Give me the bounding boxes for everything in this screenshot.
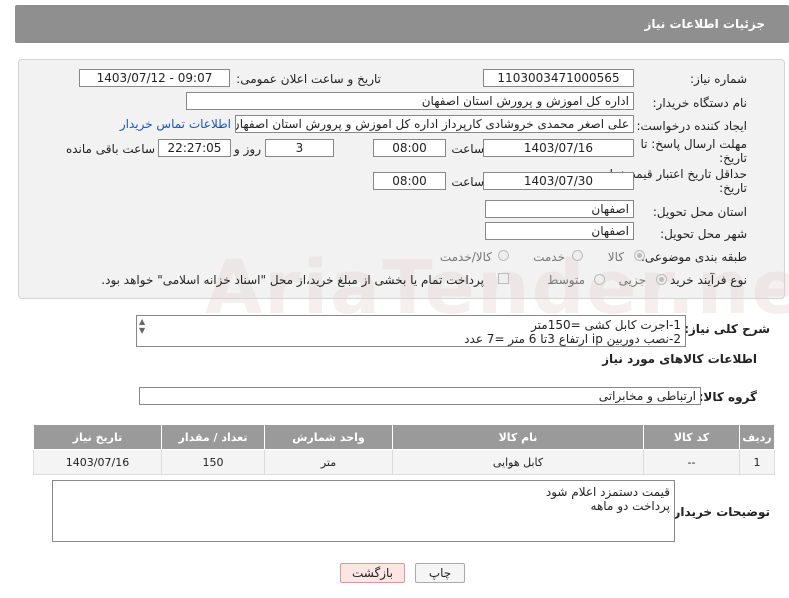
process-radio-medium[interactable] [594, 274, 605, 285]
process-radio-minor[interactable] [656, 274, 667, 285]
col-qty-header: تعداد / مقدار [161, 424, 265, 450]
cell-qty: 150 [161, 449, 265, 475]
city-label: شهر محل تحویل: [660, 227, 747, 241]
col-date-header: تاریخ نیاز [33, 424, 162, 450]
print-button[interactable]: چاپ [415, 563, 465, 583]
remaining-time-field: 22:27:05 [158, 139, 231, 157]
col-name-header: نام کالا [392, 424, 644, 450]
creator-label: ایجاد کننده درخواست: [636, 119, 747, 133]
province-field: اصفهان [485, 200, 634, 218]
category-option-service: خدمت [533, 250, 565, 264]
category-label: طبقه بندی موضوعی: [640, 250, 747, 264]
price-date-field: 1403/07/30 [483, 172, 634, 190]
category-radio-both[interactable] [498, 250, 509, 261]
description-textarea[interactable]: 1-اجرت کابل کشی =150متر 2-نصب دوربین ip … [136, 315, 686, 347]
reply-time-label: ساعت [451, 142, 484, 156]
price-time-label: ساعت [451, 175, 484, 189]
cell-code: -- [643, 449, 740, 475]
remaining-label: ساعت باقی مانده [65, 142, 155, 156]
contact-buyer-link[interactable]: اطلاعات تماس خریدار [120, 117, 231, 131]
buyer-notes-line-1: قیمت دستمزد اعلام شود [545, 485, 670, 499]
city-field: اصفهان [485, 222, 634, 240]
category-radio-service[interactable] [572, 250, 583, 261]
announce-field: 1403/07/12 - 09:07 [79, 69, 230, 87]
treasury-checkbox[interactable] [498, 273, 509, 284]
buyer-notes-line-2: پرداخت دو ماهه [590, 499, 670, 513]
goods-section-title: اطلاعات کالاهای مورد نیاز [602, 352, 757, 366]
process-label: نوع فرآیند خرید : [662, 273, 747, 287]
category-option-goods: کالا [607, 250, 624, 264]
need-number-field: 1103003471000565 [483, 69, 634, 87]
reply-date-field: 1403/07/16 [483, 139, 634, 157]
description-line-2: 2-نصب دوربین ip ارتفاع 3تا 6 متر =7 عدد [464, 332, 681, 346]
buyer-field: اداره کل اموزش و پرورش استان اصفهان [186, 92, 634, 110]
category-option-both: کالا/خدمت [439, 250, 492, 264]
page-title: جزئیات اطلاعات نیاز [644, 17, 765, 31]
back-button[interactable]: بازگشت [340, 563, 405, 583]
process-option-minor: جزیی [618, 273, 646, 287]
days-field: 3 [265, 139, 334, 157]
process-note: پرداخت تمام یا بخشی از مبلغ خرید،از محل … [101, 273, 484, 287]
cell-row: 1 [739, 449, 775, 475]
announce-label: تاریخ و ساعت اعلان عمومی: [236, 72, 381, 86]
buyer-label: نام دستگاه خریدار: [652, 96, 748, 110]
description-line-1: 1-اجرت کابل کشی =150متر [531, 318, 681, 332]
goods-group-field: ارتباطی و مخابراتی [139, 387, 701, 405]
price-time-field: 08:00 [373, 172, 446, 190]
goods-group-label: گروه کالا: [698, 390, 757, 404]
process-option-medium: متوسط [547, 273, 585, 287]
category-radio-goods[interactable] [634, 250, 645, 261]
page-header: جزئیات اطلاعات نیاز [15, 5, 789, 43]
cell-date: 1403/07/16 [33, 449, 162, 475]
reply-deadline-label-2: تاریخ: [719, 151, 747, 165]
creator-field: علی اصغر محمدی خروشادی کارپرداز اداره کل… [235, 115, 634, 133]
reply-time-field: 08:00 [373, 139, 446, 157]
province-label: استان محل تحویل: [652, 205, 747, 219]
col-row-header: ردیف [739, 424, 775, 450]
need-number-label: شماره نیاز: [690, 72, 747, 86]
table-header-row: ردیف کد کالا نام کالا واحد شمارش تعداد /… [33, 424, 775, 450]
col-unit-header: واحد شمارش [264, 424, 393, 450]
col-code-header: کد کالا [643, 424, 740, 450]
scroll-arrows-icon[interactable]: ▲ ▼ [139, 317, 145, 335]
buyer-notes-label: توضیحات خریدار: [668, 505, 770, 519]
buyer-notes-textarea[interactable]: قیمت دستمزد اعلام شود پرداخت دو ماهه [52, 480, 675, 542]
goods-table: ردیف کد کالا نام کالا واحد شمارش تعداد /… [33, 424, 775, 475]
cell-name: کابل هوایی [392, 449, 644, 475]
description-label: شرح کلی نیاز: [684, 322, 770, 336]
reply-deadline-label: مهلت ارسال پاسخ: تا [640, 137, 747, 151]
price-deadline-label-2: تاریخ: [719, 181, 747, 195]
cell-unit: متر [264, 449, 393, 475]
days-label: روز و [234, 142, 261, 156]
table-row[interactable]: 1 -- کابل هوایی متر 150 1403/07/16 [33, 449, 775, 475]
